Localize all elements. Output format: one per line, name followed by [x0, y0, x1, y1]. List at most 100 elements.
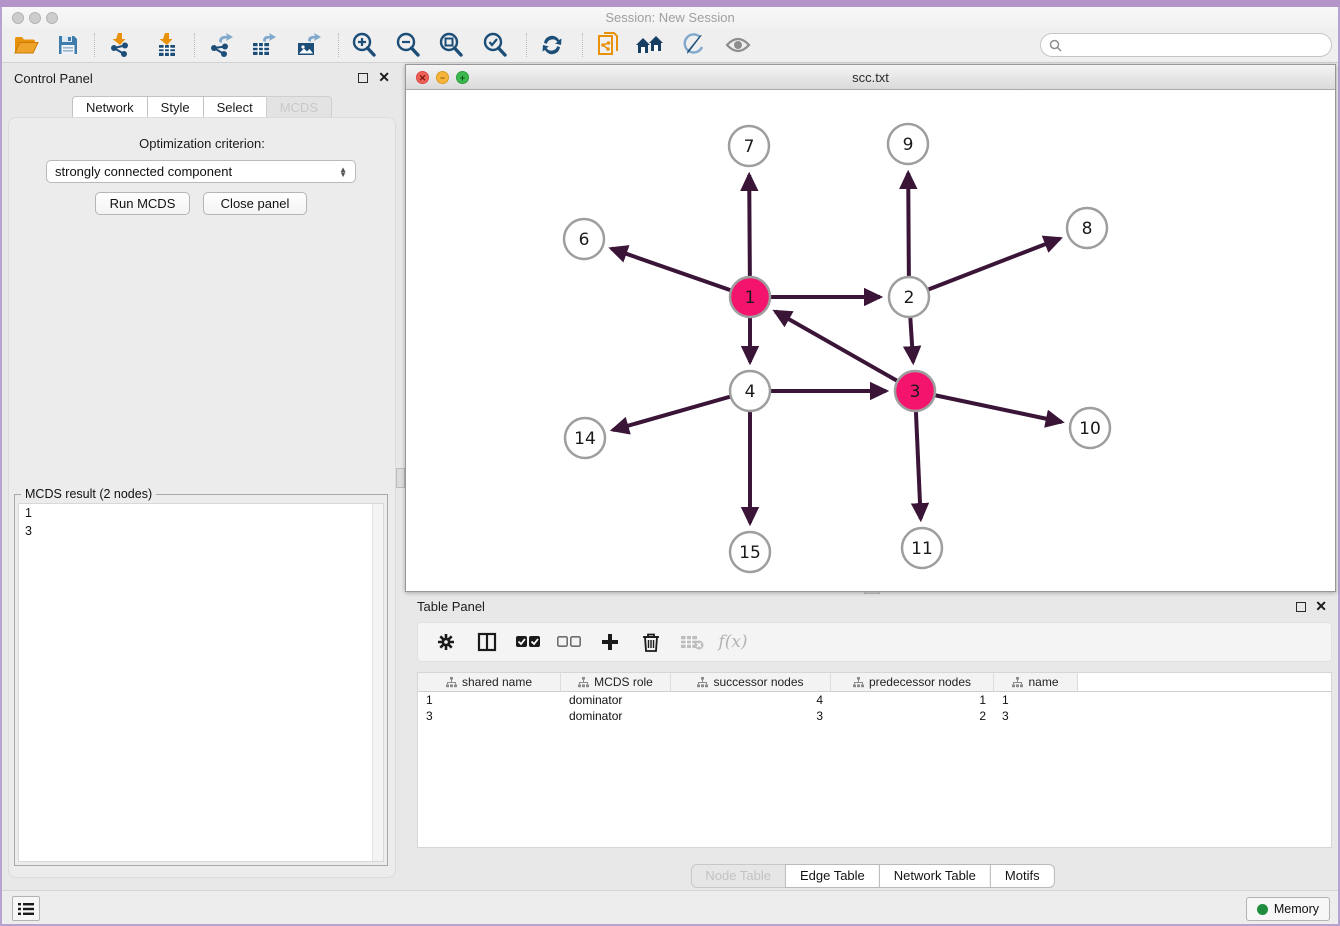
import-network-icon[interactable]: [102, 31, 138, 59]
network-canvas[interactable]: 7 9 6 8 1 2 4 3 14 10 15 11: [406, 90, 1335, 591]
column-header-predecessor-nodes[interactable]: predecessor nodes: [831, 673, 994, 691]
add-column-icon[interactable]: [598, 630, 622, 654]
control-panel-float-icon[interactable]: [358, 73, 368, 83]
split-view-icon[interactable]: [475, 630, 499, 654]
edge-3-1[interactable]: [775, 311, 915, 391]
graph-node-10[interactable]: 10: [1070, 408, 1110, 448]
title-bar: Session: New Session: [2, 7, 1338, 28]
tab-edge-table[interactable]: Edge Table: [785, 864, 880, 888]
refresh-layout-icon[interactable]: [534, 31, 570, 59]
edge-1-6[interactable]: [611, 249, 750, 297]
close-panel-button[interactable]: Close panel: [203, 192, 307, 215]
zoom-selected-icon[interactable]: [477, 31, 513, 59]
column-label: predecessor nodes: [869, 675, 971, 689]
tab-motifs[interactable]: Motifs: [990, 864, 1055, 888]
cell-mcds-role[interactable]: dominator: [561, 692, 671, 708]
cell-successor-nodes[interactable]: 3: [671, 708, 831, 724]
export-table-icon[interactable]: [245, 31, 281, 59]
optimization-criterion-dropdown[interactable]: strongly connected component ▲▼: [46, 160, 356, 183]
edge-3-10[interactable]: [915, 391, 1062, 422]
minimize-window-button[interactable]: [29, 12, 41, 24]
main-toolbar: [2, 28, 1338, 63]
cell-mcds-role[interactable]: dominator: [561, 708, 671, 724]
mcds-result-scrollbar[interactable]: [372, 504, 383, 861]
close-panel-label: Close panel: [221, 196, 290, 211]
task-history-button[interactable]: [12, 896, 40, 921]
table-row[interactable]: 1dominator411: [418, 692, 1331, 708]
column-header-mcds-role[interactable]: MCDS role: [561, 673, 671, 691]
search-input[interactable]: [1068, 37, 1323, 53]
header-filler: [1078, 673, 1331, 691]
graph-node-11[interactable]: 11: [902, 528, 942, 568]
import-table-icon[interactable]: [149, 31, 185, 59]
save-session-icon[interactable]: [50, 31, 86, 59]
vertical-splitter-handle[interactable]: [396, 468, 405, 488]
edge-4-14[interactable]: [613, 391, 750, 430]
function-builder-icon[interactable]: f(x): [721, 630, 745, 654]
node-label: 2: [904, 288, 915, 308]
select-all-columns-icon[interactable]: [516, 630, 540, 654]
table-panel-close-icon[interactable]: ✕: [1315, 598, 1327, 615]
node-label: 7: [744, 137, 755, 157]
eye-icon[interactable]: [720, 31, 756, 59]
cell-name[interactable]: 3: [994, 708, 1078, 724]
control-panel-close-icon[interactable]: ✕: [378, 69, 390, 86]
cell-shared-name[interactable]: 3: [418, 708, 561, 724]
zoom-in-icon[interactable]: [346, 31, 382, 59]
tab-node-table[interactable]: Node Table: [690, 864, 786, 888]
cell-predecessor-nodes[interactable]: 2: [831, 708, 994, 724]
column-header-name[interactable]: name: [994, 673, 1078, 691]
graph-node-9[interactable]: 9: [888, 124, 928, 164]
cell-successor-nodes[interactable]: 4: [671, 692, 831, 708]
column-header-successor-nodes[interactable]: successor nodes: [671, 673, 831, 691]
table-settings-icon[interactable]: [434, 630, 458, 654]
graph-node-7[interactable]: 7: [729, 126, 769, 166]
graph-node-2[interactable]: 2: [889, 277, 929, 317]
edge-2-8[interactable]: [909, 238, 1060, 297]
table-panel-float-icon[interactable]: [1296, 602, 1306, 612]
network-close-icon[interactable]: ✕: [416, 71, 429, 84]
network-minimize-icon[interactable]: −: [436, 71, 449, 84]
toolbar-separator: [94, 33, 95, 57]
network-window-titlebar[interactable]: ✕ − + scc.txt: [406, 65, 1335, 90]
memory-button[interactable]: Memory: [1246, 897, 1330, 921]
graph-node-14[interactable]: 14: [565, 418, 605, 458]
delete-table-icon[interactable]: [680, 630, 704, 654]
status-bar: Memory: [2, 890, 1338, 924]
run-mcds-button[interactable]: Run MCDS: [95, 192, 190, 215]
table-row[interactable]: 3dominator323: [418, 708, 1331, 724]
graph-node-3[interactable]: 3: [895, 371, 935, 411]
search-icon: [1049, 39, 1062, 52]
node-table: shared nameMCDS role successor nodes prede…: [417, 672, 1332, 848]
network-maximize-icon[interactable]: +: [456, 71, 469, 84]
mcds-result-area[interactable]: 13: [18, 503, 384, 862]
close-window-button[interactable]: [12, 12, 24, 24]
zoom-out-icon[interactable]: [390, 31, 426, 59]
graph-node-8[interactable]: 8: [1067, 208, 1107, 248]
dropdown-value: strongly connected component: [55, 164, 232, 179]
clone-network-icon[interactable]: [590, 31, 626, 59]
delete-column-icon[interactable]: [639, 630, 663, 654]
network-view[interactable]: 7 9 6 8 1 2 4 3 14 10 15 11: [406, 90, 1335, 591]
zoom-fit-icon[interactable]: [433, 31, 469, 59]
cell-predecessor-nodes[interactable]: 1: [831, 692, 994, 708]
graph-node-4[interactable]: 4: [730, 371, 770, 411]
chevron-updown-icon: ▲▼: [339, 167, 347, 177]
cell-name[interactable]: 1: [994, 692, 1078, 708]
column-label: successor nodes: [713, 675, 803, 689]
node-label: 15: [739, 543, 761, 563]
open-session-icon[interactable]: [8, 31, 44, 59]
draw-annotations-icon[interactable]: [676, 31, 712, 59]
graph-node-6[interactable]: 6: [564, 219, 604, 259]
tab-network-table[interactable]: Network Table: [879, 864, 991, 888]
graph-node-1[interactable]: 1: [730, 277, 770, 317]
graph-node-15[interactable]: 15: [730, 532, 770, 572]
maximize-window-button[interactable]: [46, 12, 58, 24]
export-image-icon[interactable]: [290, 31, 326, 59]
export-network-icon[interactable]: [202, 31, 238, 59]
search-field[interactable]: [1040, 33, 1332, 57]
home-icon[interactable]: [632, 31, 668, 59]
deselect-all-columns-icon[interactable]: [557, 630, 581, 654]
column-header-shared-name[interactable]: shared name: [418, 673, 561, 691]
cell-shared-name[interactable]: 1: [418, 692, 561, 708]
